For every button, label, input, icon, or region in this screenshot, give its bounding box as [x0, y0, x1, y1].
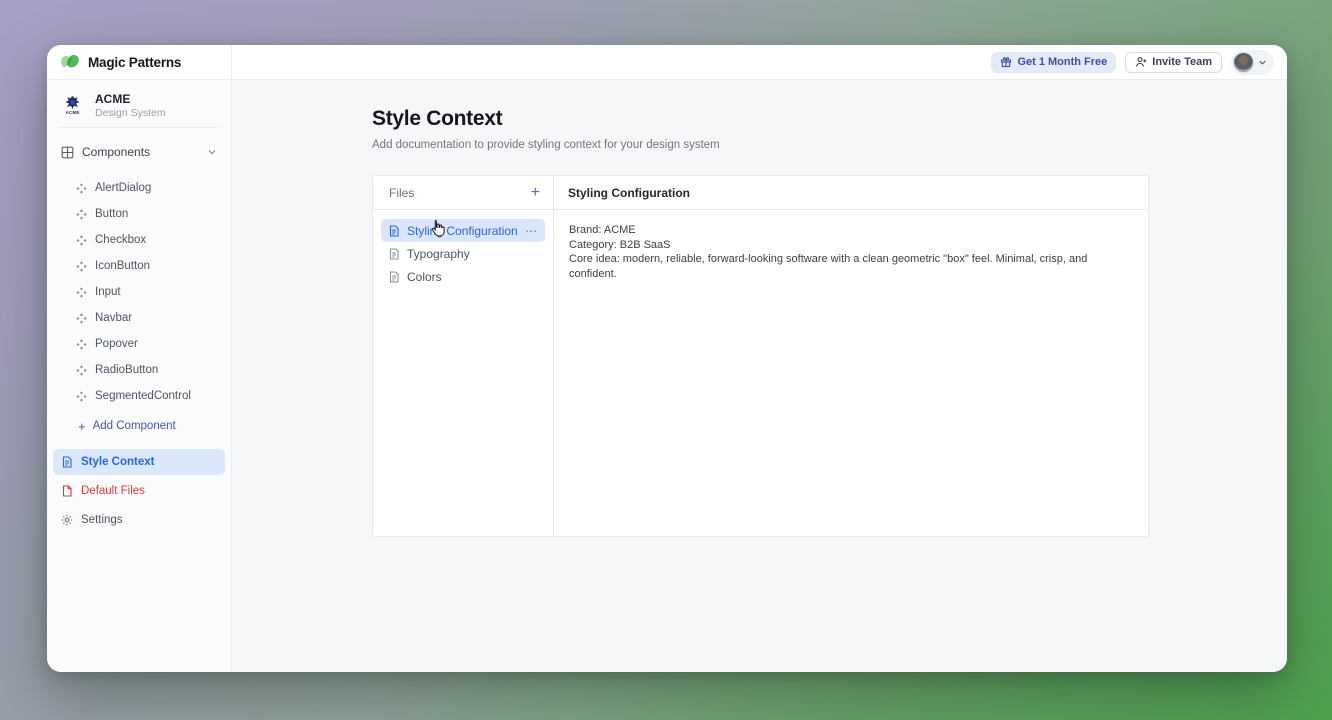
page-title: Style Context	[372, 107, 1287, 131]
sidebar: ACME ACME Design System Components	[47, 80, 232, 672]
file-item-styling-configuration[interactable]: Styling Configuration ⋯	[381, 219, 545, 242]
document-icon	[388, 271, 400, 283]
component-diamond-icon	[76, 365, 87, 376]
style-context-panel: Files + Styling Configuration Styling Co	[372, 175, 1149, 537]
chevron-down-icon	[1258, 58, 1267, 67]
file-icon	[61, 485, 73, 497]
brand-logo-area[interactable]: Magic Patterns	[47, 45, 232, 79]
body-row: ACME ACME Design System Components	[47, 80, 1287, 672]
sidebar-divider	[59, 127, 219, 128]
account-menu[interactable]	[1231, 50, 1274, 75]
component-label: Button	[95, 208, 128, 220]
sidebar-item-style-context[interactable]: Style Context	[53, 449, 225, 475]
detail-panel-header: Styling Configuration	[554, 176, 1148, 209]
gift-icon	[1000, 56, 1012, 68]
component-diamond-icon	[76, 313, 87, 324]
component-label: Navbar	[95, 312, 132, 324]
magic-patterns-logo-icon	[60, 53, 81, 71]
components-section-header[interactable]: Components	[47, 142, 231, 162]
component-diamond-icon	[76, 209, 87, 220]
sidebar-item-checkbox[interactable]: Checkbox	[47, 227, 231, 253]
plus-icon: +	[78, 420, 86, 433]
person-plus-icon	[1135, 56, 1147, 68]
file-options-button[interactable]: ⋯	[525, 224, 538, 238]
sidebar-item-input[interactable]: Input	[47, 279, 231, 305]
component-diamond-icon	[76, 183, 87, 194]
topbar-actions: Get 1 Month Free Invite Team	[232, 45, 1287, 79]
document-icon	[388, 248, 400, 260]
topbar: Magic Patterns Get 1 Month Free	[47, 45, 1287, 80]
component-diamond-icon	[76, 391, 87, 402]
add-file-button[interactable]: +	[531, 185, 540, 201]
content-line: Brand: ACME	[569, 223, 1133, 238]
get-month-free-button[interactable]: Get 1 Month Free	[991, 52, 1116, 73]
workspace-subtitle: Design System	[95, 107, 166, 119]
workspace-switcher[interactable]: ACME ACME Design System	[59, 88, 219, 122]
component-label: IconButton	[95, 260, 150, 272]
sidebar-item-button[interactable]: Button	[47, 201, 231, 227]
sidebar-item-settings[interactable]: Settings	[53, 507, 225, 533]
detail-title: Styling Configuration	[568, 186, 690, 200]
content-line: Core idea: modern, reliable, forward-loo…	[569, 252, 1133, 281]
component-diamond-icon	[76, 339, 87, 350]
grid-icon	[61, 146, 74, 159]
file-label: Styling Configuration	[407, 224, 518, 238]
component-label: RadioButton	[95, 364, 158, 376]
workspace-name: ACME	[95, 92, 166, 106]
invite-team-label: Invite Team	[1152, 56, 1212, 68]
files-list: Styling Configuration ⋯ Typography	[373, 210, 554, 536]
sidebar-item-default-files[interactable]: Default Files	[53, 478, 225, 504]
sidebar-item-popover[interactable]: Popover	[47, 331, 231, 357]
component-label: Popover	[95, 338, 138, 350]
component-label: Input	[95, 286, 121, 298]
file-label: Colors	[407, 270, 442, 284]
style-context-label: Style Context	[81, 456, 155, 468]
components-header-label: Components	[82, 145, 150, 159]
sidebar-item-alertdialog[interactable]: AlertDialog	[47, 175, 231, 201]
get-month-free-label: Get 1 Month Free	[1017, 56, 1107, 68]
gear-icon	[61, 514, 73, 526]
default-files-label: Default Files	[81, 485, 145, 497]
file-content[interactable]: Brand: ACME Category: B2B SaaS Core idea…	[554, 210, 1148, 536]
file-label: Typography	[407, 247, 470, 261]
component-label: SegmentedControl	[95, 390, 191, 402]
document-icon	[388, 225, 400, 237]
component-diamond-icon	[76, 287, 87, 298]
files-header-label: Files	[389, 186, 414, 200]
page-subtitle: Add documentation to provide styling con…	[372, 139, 1287, 151]
panel-body: Styling Configuration ⋯ Typography	[373, 210, 1148, 536]
invite-team-button[interactable]: Invite Team	[1125, 52, 1222, 73]
main-content: Style Context Add documentation to provi…	[232, 80, 1287, 672]
component-diamond-icon	[76, 235, 87, 246]
add-component-label: Add Component	[93, 420, 176, 432]
acme-logo-icon: ACME	[59, 92, 86, 119]
component-label: AlertDialog	[95, 182, 151, 194]
files-panel-header: Files +	[373, 176, 554, 209]
file-item-colors[interactable]: Colors	[381, 265, 545, 288]
sidebar-item-iconbutton[interactable]: IconButton	[47, 253, 231, 279]
chevron-down-icon	[207, 147, 217, 157]
acme-logo-text: ACME	[65, 110, 79, 115]
document-icon	[61, 456, 73, 468]
content-line: Category: B2B SaaS	[569, 238, 1133, 253]
brand-name: Magic Patterns	[88, 55, 181, 70]
sidebar-item-navbar[interactable]: Navbar	[47, 305, 231, 331]
sidebar-item-radiobutton[interactable]: RadioButton	[47, 357, 231, 383]
app-window: Magic Patterns Get 1 Month Free	[47, 45, 1287, 672]
sidebar-item-segmentedcontrol[interactable]: SegmentedControl	[47, 383, 231, 409]
file-item-typography[interactable]: Typography	[381, 242, 545, 265]
settings-label: Settings	[81, 514, 123, 526]
components-list: AlertDialog Button Checkbox IconButton I…	[47, 175, 231, 409]
add-component-button[interactable]: + Add Component	[47, 413, 231, 439]
component-diamond-icon	[76, 261, 87, 272]
component-label: Checkbox	[95, 234, 146, 246]
panel-header: Files + Styling Configuration	[373, 176, 1148, 210]
avatar	[1233, 52, 1254, 73]
